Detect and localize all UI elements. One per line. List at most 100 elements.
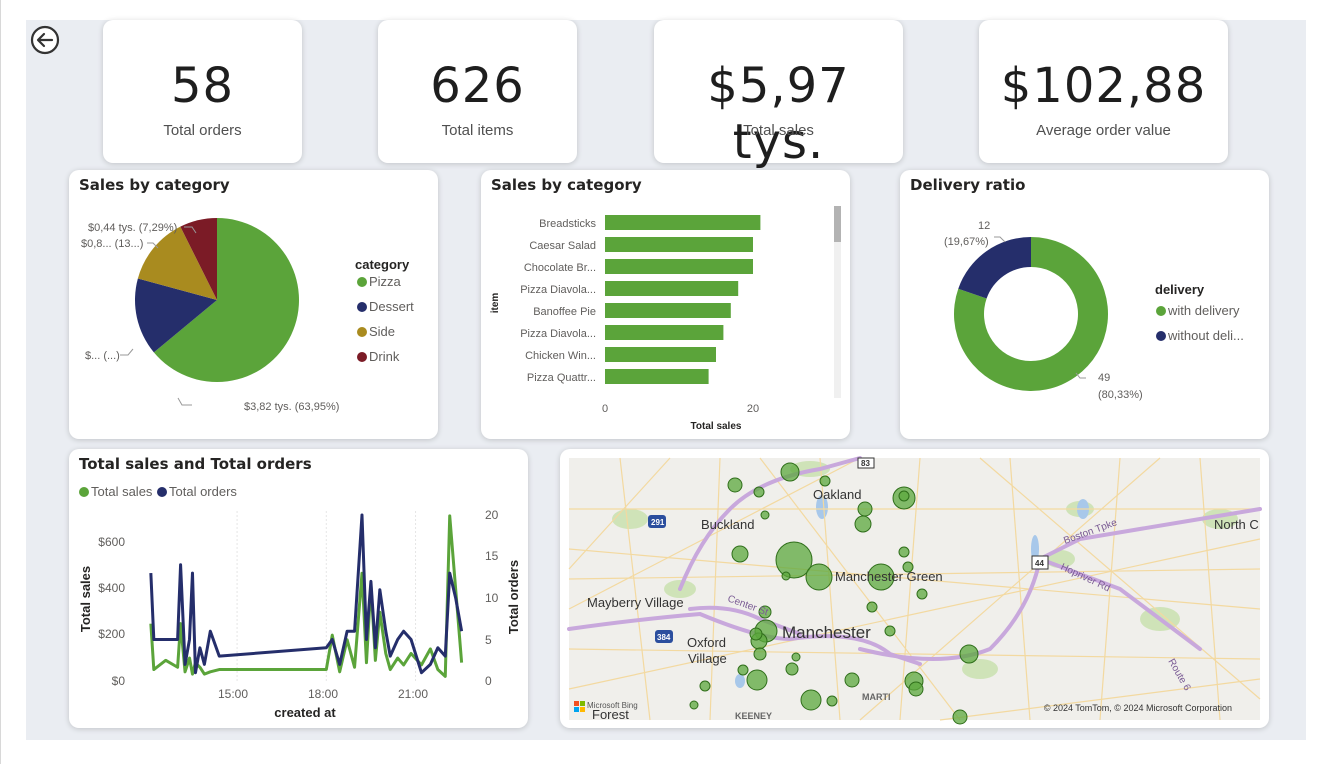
map-attribution[interactable]: © 2024 TomTom, © 2024 Microsoft Corporat… xyxy=(1044,703,1232,713)
bar[interactable] xyxy=(605,281,739,296)
bar[interactable] xyxy=(605,325,724,340)
legend-label[interactable]: Total sales xyxy=(91,484,153,499)
y-tick-right: 10 xyxy=(485,591,499,605)
bar[interactable] xyxy=(605,237,753,252)
category-label: Pizza Quattr... xyxy=(527,372,596,384)
map-bubble[interactable] xyxy=(737,664,749,676)
bar[interactable] xyxy=(605,347,716,362)
legend-label[interactable]: Side xyxy=(369,324,395,339)
map-bubble[interactable] xyxy=(791,652,801,662)
kpi-card-average-order-value[interactable]: $102,88 Average order value xyxy=(979,20,1228,163)
map-bubble[interactable] xyxy=(898,490,910,502)
category-label: Pizza Diavola... xyxy=(520,328,596,340)
legend-label[interactable]: without deli... xyxy=(1167,328,1244,343)
kpi-value: $102,88 xyxy=(1000,58,1207,114)
bar[interactable] xyxy=(605,259,753,274)
kpi-value: $5,97 tys. xyxy=(707,58,850,170)
back-arrow-icon[interactable] xyxy=(30,25,60,55)
donut-chart-card[interactable]: Delivery ratio 12 (19,67%) 49 (80,33%) d… xyxy=(900,170,1269,439)
map-bubble[interactable] xyxy=(689,700,699,710)
legend-marker xyxy=(79,487,89,497)
map-bubble[interactable] xyxy=(898,546,910,558)
y-tick-right: 20 xyxy=(485,508,499,522)
legend-marker xyxy=(357,352,367,362)
legend-title: delivery xyxy=(1155,282,1205,297)
kpi-label: Total orders xyxy=(163,122,242,139)
category-label: Chocolate Br... xyxy=(524,262,596,274)
map-bubble[interactable] xyxy=(753,647,767,661)
slice-value-label: 49 xyxy=(1098,372,1110,384)
legend-label[interactable]: Total orders xyxy=(169,484,237,499)
bar[interactable] xyxy=(605,369,709,384)
legend-label[interactable]: with delivery xyxy=(1167,303,1240,318)
legend-marker xyxy=(357,302,367,312)
category-label: Banoffee Pie xyxy=(533,306,596,318)
y-axis-title-left: Total sales xyxy=(78,566,93,632)
legend-marker xyxy=(357,327,367,337)
map-bubble[interactable] xyxy=(727,477,743,493)
kpi-card-total-items[interactable]: 626 Total items xyxy=(378,20,577,163)
map-place-label: KEENEY xyxy=(735,711,772,721)
legend-label[interactable]: Drink xyxy=(369,349,400,364)
series-line-total-orders[interactable] xyxy=(149,513,464,675)
y-tick-right: 5 xyxy=(485,633,492,647)
map-bubble[interactable] xyxy=(908,681,924,697)
map-bubble[interactable] xyxy=(781,571,791,581)
legend-marker xyxy=(1156,306,1166,316)
map-bubble[interactable] xyxy=(959,644,979,664)
legend-label[interactable]: Dessert xyxy=(369,299,414,314)
bar-chart[interactable]: Breadsticks Caesar Salad Chocolate Br... Pi… xyxy=(481,170,850,439)
map-place-label: Mayberry Village xyxy=(587,595,684,610)
line-chart-card[interactable]: Total sales and Total orders Total sales… xyxy=(69,449,528,728)
x-tick: 21:00 xyxy=(398,687,428,701)
map-bubble[interactable] xyxy=(805,563,833,591)
line-chart[interactable]: Total sales Total orders $0 $200 $400 $6… xyxy=(69,449,528,728)
map-bubble[interactable] xyxy=(785,662,799,676)
x-tick: 20 xyxy=(747,403,759,415)
map-bubble[interactable] xyxy=(800,689,822,711)
map-bubble[interactable] xyxy=(952,709,968,725)
map-bubble[interactable] xyxy=(760,510,770,520)
map-place-label: North C xyxy=(1214,517,1259,532)
pie-chart[interactable]: $3,82 tys. (63,95%) $... (...) $0,8... (… xyxy=(69,170,438,439)
map-card[interactable]: Oakland Buckland North C Manchester Gree… xyxy=(560,449,1269,728)
category-label: Pizza Diavola... xyxy=(520,284,596,296)
map-bubble[interactable] xyxy=(699,680,711,692)
x-tick: 15:00 xyxy=(218,687,248,701)
scrollbar-thumb[interactable] xyxy=(834,206,841,242)
map-bubble[interactable] xyxy=(746,669,768,691)
map-bubble[interactable] xyxy=(857,501,873,517)
x-tick: 18:00 xyxy=(308,687,338,701)
y-tick-right: 15 xyxy=(485,549,499,563)
slice-value-label: 12 xyxy=(978,220,990,232)
map-bubble[interactable] xyxy=(854,515,872,533)
map-bubble[interactable] xyxy=(819,475,831,487)
legend-title: category xyxy=(355,257,410,272)
bar[interactable] xyxy=(605,303,731,318)
map-bubble[interactable] xyxy=(731,545,749,563)
map-bubble[interactable] xyxy=(844,672,860,688)
bar-chart-card[interactable]: Sales by category Breadsticks Caesar Sala… xyxy=(481,170,850,439)
map-place-label: Manchester Green xyxy=(835,569,943,584)
donut-chart[interactable]: 12 (19,67%) 49 (80,33%) delivery with de… xyxy=(900,170,1269,439)
y-axis-title: item xyxy=(490,293,501,314)
map-bubble[interactable] xyxy=(916,588,928,600)
kpi-label: Average order value xyxy=(1036,122,1171,139)
y-tick-left: $400 xyxy=(98,581,125,595)
map-bubble[interactable] xyxy=(884,625,896,637)
bar[interactable] xyxy=(605,215,761,230)
kpi-card-total-sales[interactable]: $5,97 tys. Total sales xyxy=(654,20,903,170)
map-visual[interactable]: Oakland Buckland North C Manchester Gree… xyxy=(560,449,1269,728)
pie-chart-card[interactable]: Sales by category $3,82 tys. (63,95%) $.… xyxy=(69,170,438,439)
map-bubble[interactable] xyxy=(826,695,838,707)
map-bubble[interactable] xyxy=(866,601,878,613)
map-place-label: Village xyxy=(688,651,727,666)
kpi-card-total-orders[interactable]: 58 Total orders xyxy=(103,20,302,163)
y-tick-left: $600 xyxy=(98,535,125,549)
map-bubble[interactable] xyxy=(780,462,800,482)
x-axis-title: Total sales xyxy=(691,421,742,432)
legend-label[interactable]: Pizza xyxy=(369,274,402,289)
map-bubble[interactable] xyxy=(753,486,765,498)
kpi-value: 58 xyxy=(170,58,235,114)
map-bubble[interactable] xyxy=(749,627,763,641)
